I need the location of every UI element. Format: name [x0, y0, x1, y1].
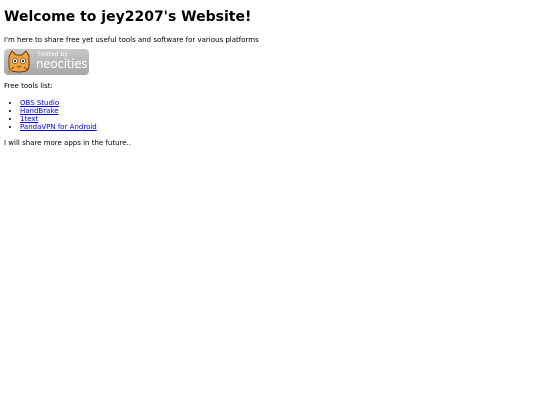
tool-link-pandavpn[interactable]: PandaVPN for Android: [20, 123, 97, 131]
tools-list-label: Free tools list:: [4, 82, 53, 90]
list-item: HandBrake: [20, 107, 536, 115]
list-item: PandaVPN for Android: [20, 123, 536, 131]
page: Welcome to jey2207's Website! I'm here t…: [0, 0, 540, 156]
tool-link-obs-studio[interactable]: OBS Studio: [20, 99, 59, 107]
neocities-cat-icon: [7, 50, 30, 73]
intro-text: I'm here to share free yet useful tools …: [4, 36, 259, 44]
tool-link-1text[interactable]: 1text: [20, 115, 38, 123]
neocities-badge-link[interactable]: hosted by neocities: [4, 49, 89, 75]
list-item: 1text: [20, 115, 536, 123]
footer-text: I will share more apps in the future..: [4, 139, 131, 147]
page-title: Welcome to jey2207's Website!: [4, 9, 252, 25]
tools-list: OBS Studio HandBrake 1text PandaVPN for …: [4, 99, 536, 131]
tool-link-handbrake[interactable]: HandBrake: [20, 107, 59, 115]
list-item: OBS Studio: [20, 99, 536, 107]
badge-brand-text: neocities: [36, 57, 88, 71]
